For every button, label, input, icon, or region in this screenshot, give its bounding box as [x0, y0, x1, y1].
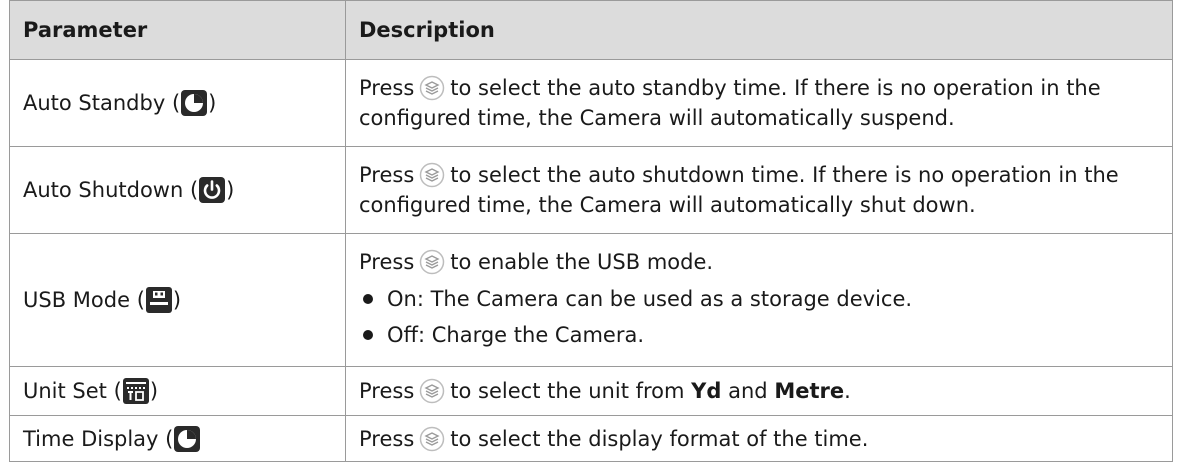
close-paren: ): [172, 288, 182, 312]
unit-set-icon: [122, 378, 149, 404]
description-text: to select the display format of the time…: [450, 426, 869, 451]
parameter-cell: Auto Shutdown ( ): [9, 146, 346, 234]
table-row: Auto Standby ( ) Press to select the aut…: [9, 59, 1173, 147]
unit-yd: Yd: [691, 379, 722, 403]
bullet-list: On: The Camera can be used as a storage …: [359, 281, 1159, 353]
header-description: Description: [345, 0, 1173, 60]
description-cell: Press to select the auto shutdown time. …: [345, 146, 1173, 234]
parameter-cell: Time Display (: [9, 415, 346, 462]
parameter-name: USB Mode: [23, 288, 130, 312]
table-row: Unit Set ( ) Press to select the unit fr…: [9, 366, 1173, 416]
table-row: USB Mode ( ) Press to enable the USB mod…: [9, 233, 1173, 367]
close-paren: ): [149, 379, 159, 403]
press-text: Press: [359, 163, 415, 187]
description-text: to select the auto shutdown time. If the…: [359, 163, 1119, 217]
usb-storage-icon: [145, 287, 172, 313]
time-display-icon: [174, 425, 201, 452]
bullet-dot: [363, 294, 373, 304]
layers-button-icon: [420, 162, 445, 188]
parameter-name: Time Display: [23, 426, 159, 451]
open-paren: (: [171, 91, 181, 115]
bullet-text: Off: Charge the Camera.: [387, 323, 645, 347]
layers-button-icon: [420, 249, 445, 275]
list-item: On: The Camera can be used as a storage …: [359, 281, 1159, 317]
power-icon: [199, 177, 226, 203]
parameter-name: Auto Standby: [23, 91, 166, 115]
and-text: and: [728, 379, 768, 403]
parameter-cell: Auto Standby ( ): [9, 59, 346, 147]
press-text: Press: [359, 379, 415, 403]
parameter-name: Auto Shutdown: [23, 178, 184, 202]
table-header-row: Parameter Description: [9, 0, 1173, 60]
layers-button-icon: [420, 426, 445, 451]
layers-button-icon: [420, 75, 445, 101]
parameter-cell: Unit Set ( ): [9, 366, 346, 416]
press-text: Press: [359, 426, 415, 451]
description-cell: Press to select the auto standby time. I…: [345, 59, 1173, 147]
description-text: to select the unit from: [450, 379, 685, 403]
open-paren: (: [189, 178, 199, 202]
close-paren: ): [226, 178, 235, 202]
bullet-text: On: The Camera can be used as a storage …: [387, 287, 913, 311]
open-paren: (: [136, 288, 145, 312]
press-text: Press: [359, 76, 415, 100]
period: .: [844, 379, 851, 403]
table-row: Auto Shutdown ( ) Press to select the au…: [9, 146, 1173, 234]
description-cell: Press to select the display format of th…: [345, 415, 1173, 462]
press-text: Press: [359, 250, 415, 274]
description-cell: Press to select the unit from Yd and Met…: [345, 366, 1173, 416]
standby-clock-icon: [181, 90, 208, 116]
parameter-table: Parameter Description Auto Standby ( ) P…: [9, 0, 1173, 462]
list-item: Off: Charge the Camera.: [359, 317, 1159, 353]
layers-button-icon: [420, 378, 445, 404]
table-row: Time Display ( Press to select the displ…: [9, 415, 1173, 462]
description-text: to enable the USB mode.: [450, 250, 714, 274]
header-parameter: Parameter: [9, 0, 346, 60]
parameter-cell: USB Mode ( ): [9, 233, 346, 367]
description-text: to select the auto standby time. If ther…: [359, 76, 1101, 130]
open-paren: (: [165, 426, 174, 451]
description-cell: Press to enable the USB mode. On: The Ca…: [345, 233, 1173, 367]
bullet-dot: [363, 330, 373, 340]
open-paren: (: [113, 379, 122, 403]
parameter-name: Unit Set: [23, 379, 107, 403]
close-paren: ): [208, 91, 217, 115]
unit-metre: Metre: [774, 379, 845, 403]
